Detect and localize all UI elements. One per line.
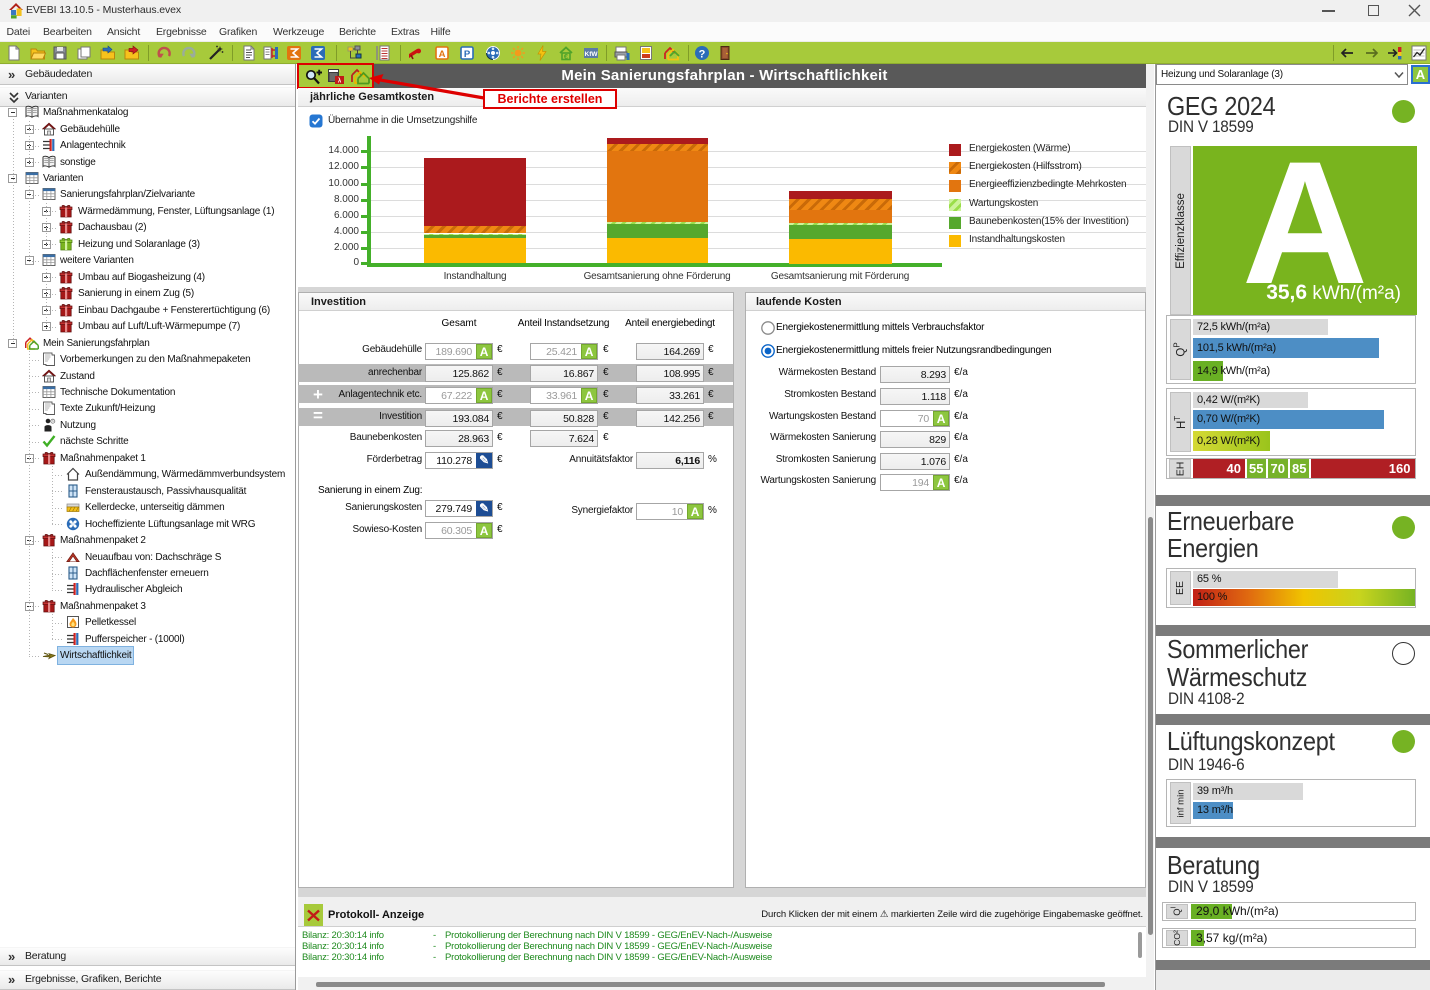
svg-text:?: ?: [699, 49, 706, 61]
svg-text:KfW: KfW: [585, 51, 599, 58]
svg-text:P: P: [464, 49, 471, 60]
svg-text:A: A: [439, 49, 446, 60]
